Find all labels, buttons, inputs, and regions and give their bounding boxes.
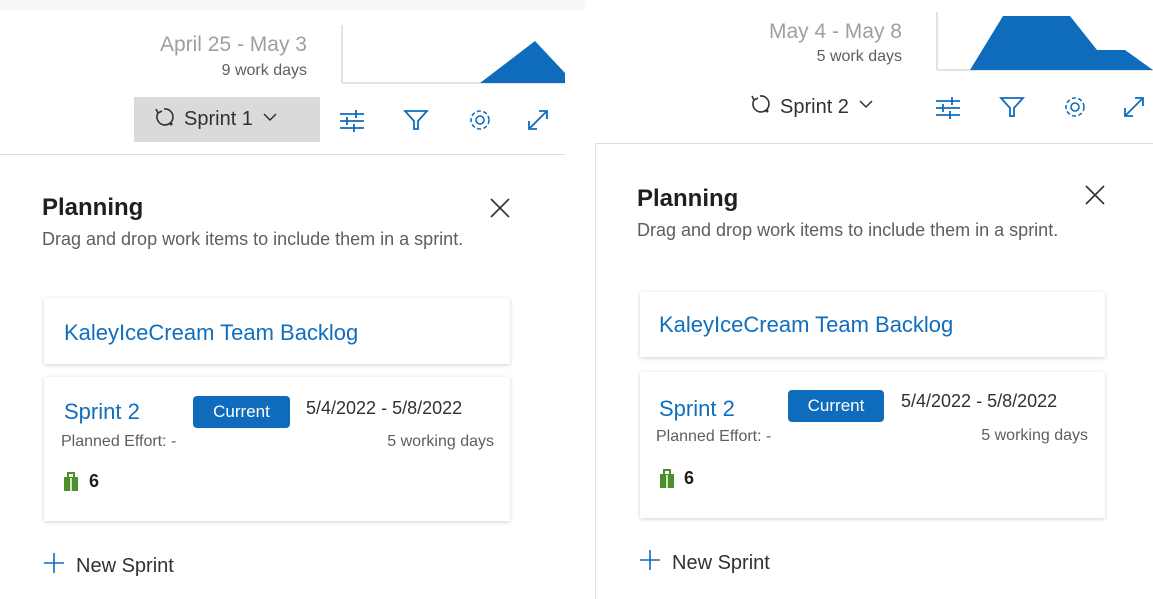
sprint-picker-label: Sprint 1 <box>184 108 253 130</box>
sprint-card[interactable]: Sprint 2 Current 5/4/2022 - 5/8/2022 Pla… <box>640 372 1105 518</box>
iteration-icon <box>152 105 176 135</box>
expand-icon[interactable] <box>524 106 552 134</box>
chevron-down-icon <box>261 108 279 132</box>
current-badge: Current <box>788 390 884 422</box>
work-item-count: 6 <box>89 471 100 491</box>
team-backlog-link[interactable]: KaleyIceCream Team Backlog <box>659 312 953 338</box>
plus-icon <box>638 548 662 578</box>
new-sprint-button[interactable]: New Sprint <box>42 551 174 581</box>
close-icon[interactable] <box>1083 183 1107 207</box>
sprint-picker-label: Sprint 2 <box>780 95 849 118</box>
iteration-date-range: April 25 - May 3 <box>159 33 307 56</box>
capacity-chart <box>935 12 1153 72</box>
filter-icon[interactable] <box>998 93 1026 121</box>
new-sprint-label: New Sprint <box>672 551 770 574</box>
iteration-date-range: May 4 - May 8 <box>768 20 902 43</box>
gear-icon[interactable] <box>1061 93 1089 121</box>
planning-title: Planning <box>637 185 739 212</box>
team-backlog-link[interactable]: KaleyIceCream Team Backlog <box>64 320 358 346</box>
top-strip <box>0 0 585 10</box>
sprint-name-link[interactable]: Sprint 2 <box>64 399 140 425</box>
team-backlog-card[interactable]: KaleyIceCream Team Backlog <box>640 292 1105 357</box>
expand-icon[interactable] <box>1120 93 1148 121</box>
filter-icon[interactable] <box>402 106 430 134</box>
chevron-down-icon <box>857 95 875 119</box>
toolbar-divider <box>595 143 1153 144</box>
working-days: 5 working days <box>387 433 494 450</box>
gear-icon[interactable] <box>466 106 494 134</box>
capacity-chart <box>340 25 565 85</box>
planned-effort: Planned Effort: - <box>656 428 772 445</box>
team-backlog-card[interactable]: KaleyIceCream Team Backlog <box>44 298 510 364</box>
work-item-bag-icon <box>62 472 80 497</box>
sprint-card[interactable]: Sprint 2 Current 5/4/2022 - 5/8/2022 Pla… <box>44 377 510 521</box>
toolbar-divider <box>0 154 565 155</box>
sprint-picker[interactable]: Sprint 2 <box>748 86 908 128</box>
current-badge: Current <box>193 396 290 428</box>
planning-description: Drag and drop work items to include them… <box>637 220 1059 240</box>
planned-effort: Planned Effort: - <box>61 433 177 450</box>
planning-title: Planning <box>42 194 144 221</box>
plus-icon <box>42 551 66 581</box>
new-sprint-label: New Sprint <box>76 554 174 577</box>
iteration-work-days: 9 work days <box>221 62 307 79</box>
sprint-dates: 5/4/2022 - 5/8/2022 <box>306 398 463 418</box>
settings-sliders-icon[interactable] <box>934 93 962 121</box>
iteration-icon <box>748 92 772 122</box>
planning-description: Drag and drop work items to include them… <box>42 229 464 249</box>
working-days: 5 working days <box>981 427 1088 444</box>
iteration-work-days: 5 work days <box>816 48 902 65</box>
work-item-bag-icon <box>658 469 676 494</box>
settings-sliders-icon[interactable] <box>338 106 366 134</box>
work-item-count: 6 <box>684 468 695 488</box>
sprint-dates: 5/4/2022 - 5/8/2022 <box>901 391 1058 411</box>
sprint-name-link[interactable]: Sprint 2 <box>659 396 735 422</box>
sprint-picker[interactable]: Sprint 1 <box>134 97 320 142</box>
panel-divider <box>595 144 596 599</box>
close-icon[interactable] <box>488 196 512 220</box>
new-sprint-button[interactable]: New Sprint <box>638 548 770 578</box>
